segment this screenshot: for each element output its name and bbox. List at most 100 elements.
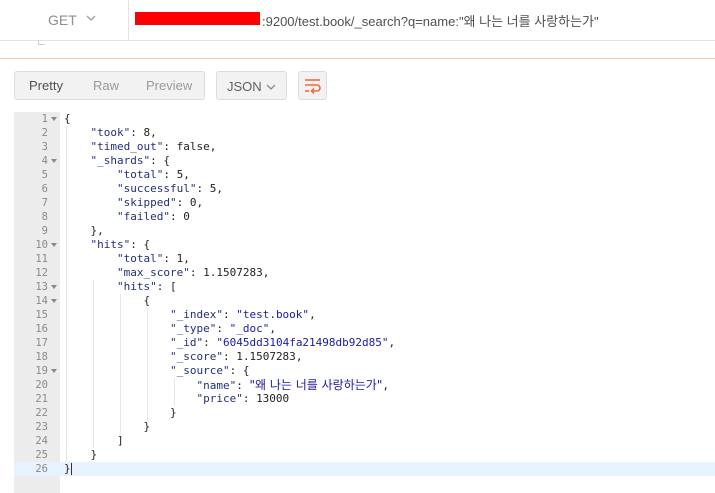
fold-arrow-icon[interactable] <box>51 369 57 373</box>
code-line: 13 "hits": [ <box>14 280 715 294</box>
code-line: 4 "_shards": { <box>14 154 715 168</box>
redacted-host <box>135 12 260 25</box>
json-value: "_doc" <box>229 322 270 335</box>
code-line: 19 "_source": { <box>14 364 715 378</box>
line-number: 18 <box>35 351 48 363</box>
format-dropdown[interactable]: JSON <box>216 71 287 100</box>
line-number: 14 <box>35 295 48 307</box>
json-key: "hits" <box>90 238 131 251</box>
format-label: JSON <box>227 79 262 94</box>
code-line: 3 "timed_out": false, <box>14 140 715 154</box>
code-line: 9 }, <box>14 224 715 238</box>
tab-indicator <box>38 40 45 45</box>
json-key: "total" <box>116 168 164 181</box>
json-value: 1.1507283 <box>203 266 263 279</box>
line-number: 16 <box>35 323 48 335</box>
code-line: 24 ] <box>14 434 715 448</box>
request-bar: GET :9200/test.book/_search?q=name:"왜 나는… <box>0 0 715 41</box>
json-key: "name" <box>196 379 237 392</box>
wrap-lines-button[interactable] <box>298 71 327 100</box>
bracket: ] <box>116 434 124 447</box>
brace: } <box>90 448 98 461</box>
code-line: 17 "_id": "6045dd3104fa21498db92d85", <box>14 336 715 350</box>
line-number: 25 <box>35 449 48 461</box>
code-line: 22 } <box>14 406 715 420</box>
json-key: "successful" <box>116 182 197 195</box>
json-key: "took" <box>90 126 131 139</box>
text-cursor <box>71 463 72 475</box>
line-number: 7 <box>41 197 48 209</box>
code-line: 18 "_score": 1.1507283, <box>14 350 715 364</box>
code-line: 21 "price": 13000 <box>14 392 715 406</box>
code-line: 10 "hits": { <box>14 238 715 252</box>
code-line: 5 "total": 5, <box>14 168 715 182</box>
line-number: 26 <box>35 463 48 475</box>
json-key: "timed_out" <box>90 140 164 153</box>
chevron-down-icon <box>266 84 276 90</box>
fold-arrow-icon[interactable] <box>51 159 57 163</box>
json-key: "total" <box>116 252 164 265</box>
line-number: 2 <box>41 127 48 139</box>
brace: } <box>64 462 71 475</box>
line-number: 9 <box>41 225 48 237</box>
section-divider <box>0 58 715 59</box>
json-key: "skipped" <box>116 196 177 209</box>
fold-arrow-icon[interactable] <box>51 243 57 247</box>
fold-arrow-icon[interactable] <box>51 285 57 289</box>
view-mode-pretty[interactable]: Pretty <box>29 72 63 99</box>
json-value: 5 <box>209 182 217 195</box>
view-mode-preview[interactable]: Preview <box>146 72 192 99</box>
brace: } <box>169 406 177 419</box>
brace: { <box>242 364 250 377</box>
brace: } <box>143 420 151 433</box>
json-value: 1.1507283 <box>236 350 296 363</box>
json-value: 13000 <box>256 392 290 405</box>
line-number: 22 <box>35 407 48 419</box>
json-key: "price" <box>196 392 243 405</box>
brace: }, <box>90 224 104 237</box>
view-mode-selector: Pretty Raw Preview <box>14 71 205 100</box>
line-number: 11 <box>35 253 48 265</box>
json-key: "max_score" <box>116 266 190 279</box>
code-line: 2 "took": 8, <box>14 126 715 140</box>
view-mode-raw[interactable]: Raw <box>93 72 119 99</box>
json-value: "왜 나는 너를 사랑하는가" <box>249 378 383 392</box>
bracket: [ <box>169 280 177 293</box>
line-number: 21 <box>35 393 48 405</box>
json-key: "failed" <box>116 210 170 223</box>
line-number: 8 <box>41 211 48 223</box>
line-number: 24 <box>35 435 48 447</box>
method-dropdown[interactable]: GET <box>0 0 129 40</box>
code-line: 8 "failed": 0 <box>14 210 715 224</box>
json-value: 1 <box>176 252 184 265</box>
json-key: "hits" <box>116 280 157 293</box>
json-value: 8 <box>143 126 151 139</box>
response-body-viewer[interactable]: 1 { 2 "took": 8, 3 "timed_out": false, 4… <box>14 112 715 493</box>
line-number: 23 <box>35 421 48 433</box>
code-line: 6 "successful": 5, <box>14 182 715 196</box>
line-number: 6 <box>41 183 48 195</box>
line-number: 12 <box>35 267 48 279</box>
line-number: 1 <box>41 113 48 125</box>
code-line-active: 26 } <box>14 462 715 476</box>
wrap-lines-icon <box>305 79 321 94</box>
code-line: 11 "total": 1, <box>14 252 715 266</box>
json-key: "_type" <box>169 322 217 335</box>
json-key: "_score" <box>169 350 223 363</box>
json-value: 0 <box>189 196 197 209</box>
line-number: 5 <box>41 169 48 181</box>
code-line: 15 "_index": "test.book", <box>14 308 715 322</box>
code-line: 25 } <box>14 448 715 462</box>
code-line: 14 { <box>14 294 715 308</box>
fold-arrow-icon[interactable] <box>51 117 57 121</box>
url-input[interactable]: :9200/test.book/_search?q=name:"왜 나는 너를 … <box>262 11 599 30</box>
json-value: "6045dd3104fa21498db92d85" <box>216 336 389 349</box>
code-line: 20 "name": "왜 나는 너를 사랑하는가", <box>14 378 715 392</box>
brace: { <box>143 294 151 307</box>
json-key: "_source" <box>169 364 230 377</box>
fold-arrow-icon[interactable] <box>51 299 57 303</box>
json-value: "test.book" <box>236 308 310 321</box>
chevron-down-icon <box>86 15 96 21</box>
line-number: 13 <box>35 281 48 293</box>
json-value: false <box>176 140 210 153</box>
